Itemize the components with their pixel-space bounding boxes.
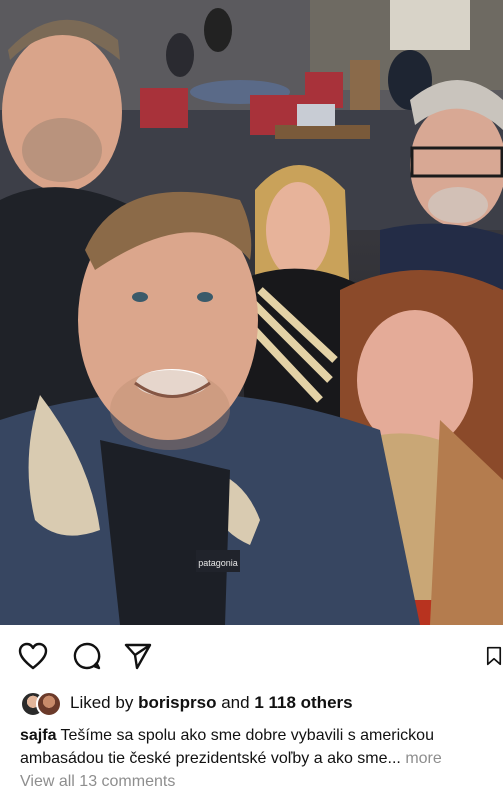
group-selfie-image: patagonia <box>0 0 503 625</box>
liked-and-label: and <box>221 693 250 712</box>
bookmark-icon[interactable] <box>485 639 503 673</box>
comment-icon[interactable] <box>70 639 104 673</box>
caption-text-line2: ambasádou tie české prezidentské voľby a… <box>20 750 401 767</box>
post-action-bar <box>0 625 503 687</box>
patagonia-logo: patagonia <box>198 558 238 568</box>
liked-by-label: Liked by <box>70 693 134 712</box>
liked-count-link[interactable]: 1 118 others <box>254 693 352 713</box>
caption-more-link[interactable]: more <box>405 750 441 767</box>
heart-icon[interactable] <box>16 639 50 673</box>
caption-text-line1: Tešíme sa spolu ako sme dobre vybavili s… <box>60 727 434 744</box>
caption-username[interactable]: sajfa <box>20 727 56 744</box>
liked-by-user-link[interactable]: borisprso <box>138 693 216 713</box>
post-photo[interactable]: patagonia <box>0 0 503 625</box>
post-caption: sajfa Tešíme sa spolu ako sme dobre vybav… <box>20 724 490 770</box>
share-icon[interactable] <box>121 639 155 673</box>
avatar <box>36 691 62 717</box>
liker-avatars <box>20 691 62 717</box>
view-comments-link[interactable]: View all 13 comments <box>20 773 175 791</box>
likes-summary[interactable]: Liked by borisprso and 1 118 others <box>20 690 353 717</box>
